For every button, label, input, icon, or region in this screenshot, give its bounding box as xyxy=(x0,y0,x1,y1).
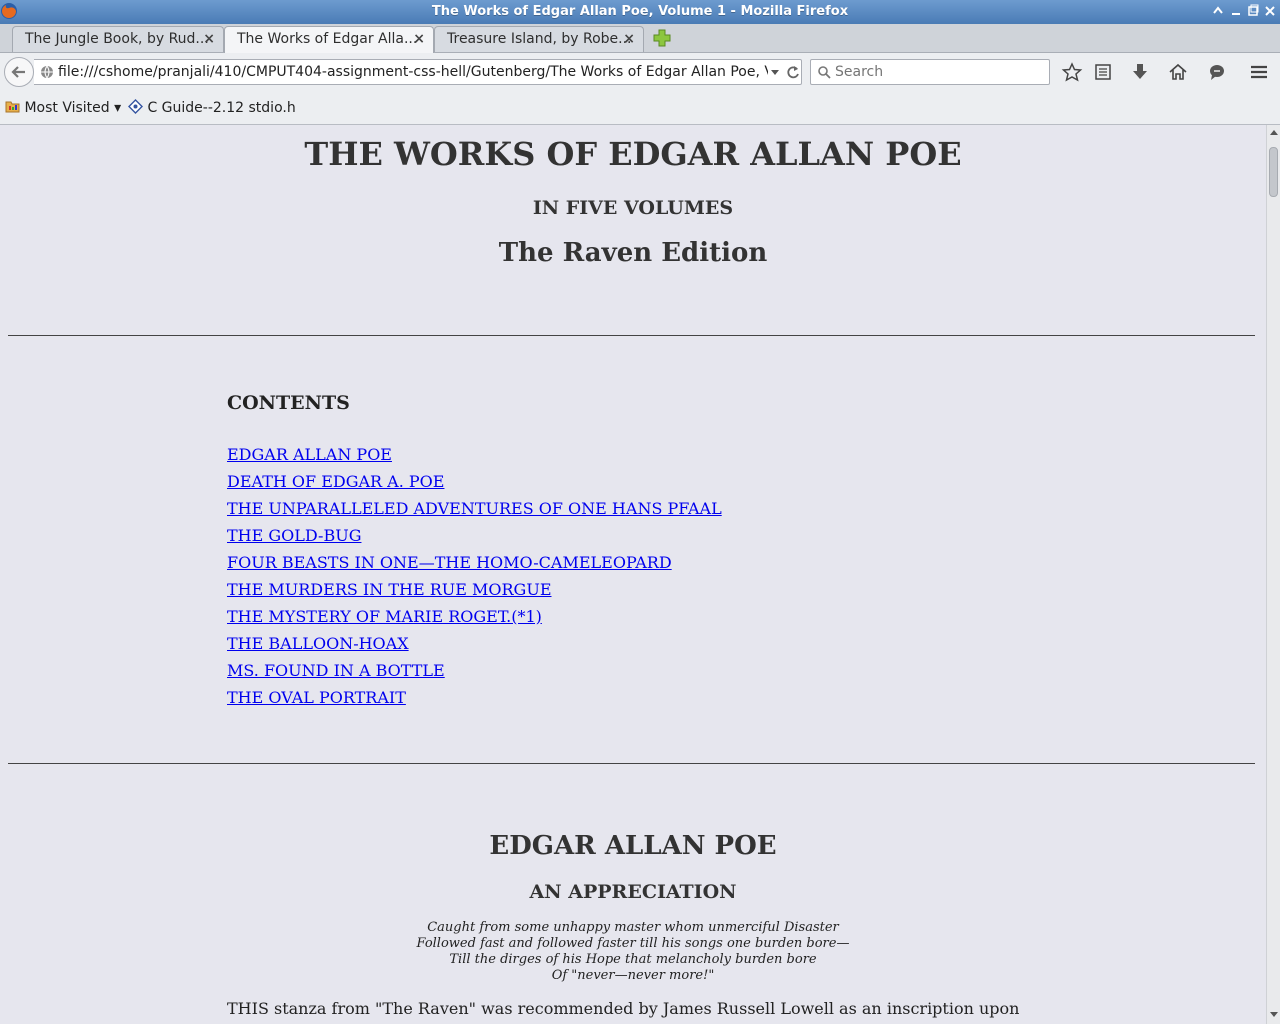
window-up-icon[interactable] xyxy=(1211,4,1225,18)
contents-heading: CONTENTS xyxy=(227,392,350,414)
scroll-down-arrow-icon[interactable] xyxy=(1269,1009,1279,1019)
poem-line: Of "never—never more!" xyxy=(551,968,715,983)
toc-link[interactable]: DEATH OF EDGAR A. POE xyxy=(227,472,444,491)
close-tab-icon[interactable]: × xyxy=(413,31,425,47)
divider xyxy=(8,763,1255,764)
toc-item: EDGAR ALLAN POE xyxy=(227,445,722,472)
scroll-up-arrow-icon[interactable] xyxy=(1269,128,1279,138)
section-title: EDGAR ALLAN POE xyxy=(489,831,777,861)
toc-item: THE MURDERS IN THE RUE MORGUE xyxy=(227,580,722,607)
bookmark-c-guide[interactable]: C Guide--2.12 stdio.h xyxy=(128,99,296,116)
toc-link[interactable]: MS. FOUND IN A BOTTLE xyxy=(227,661,445,680)
scrollbar-thumb[interactable] xyxy=(1269,147,1278,197)
page-content: THE WORKS OF EDGAR ALLAN POE IN FIVE VOL… xyxy=(0,125,1266,1024)
folder-icon xyxy=(5,101,20,113)
edition-title: The Raven Edition xyxy=(498,238,768,268)
downloads-icon[interactable] xyxy=(1129,62,1151,82)
tab-label: The Jungle Book, by Rud... xyxy=(25,31,209,47)
tab-jungle-book[interactable]: The Jungle Book, by Rud... × xyxy=(12,26,224,52)
toc-item: FOUR BEASTS IN ONE—THE HOMO-CAMELEOPARD xyxy=(227,553,722,580)
section-subtitle: AN APPRECIATION xyxy=(529,881,737,903)
url-history-dropdown-icon[interactable] xyxy=(770,69,780,77)
close-window-icon[interactable] xyxy=(1263,4,1277,18)
toc-item: DEATH OF EDGAR A. POE xyxy=(227,472,722,499)
page-subtitle: IN FIVE VOLUMES xyxy=(532,197,734,219)
toc-link[interactable]: THE MYSTERY OF MARIE ROGET.(*1) xyxy=(227,607,542,626)
table-of-contents: EDGAR ALLAN POE DEATH OF EDGAR A. POE TH… xyxy=(227,445,722,715)
toc-link[interactable]: THE UNPARALLELED ADVENTURES OF ONE HANS … xyxy=(227,499,722,518)
url-bar[interactable]: file:///cshome/pranjali/410/CMPUT404-ass… xyxy=(34,59,802,85)
search-input[interactable] xyxy=(835,62,1041,82)
tab-label: The Works of Edgar Alla... xyxy=(237,31,418,47)
body-paragraph: THIS stanza from "The Raven" was recomme… xyxy=(227,999,1020,1024)
bookmark-page-icon xyxy=(128,99,143,114)
toc-item: THE UNPARALLELED ADVENTURES OF ONE HANS … xyxy=(227,499,722,526)
toc-link[interactable]: EDGAR ALLAN POE xyxy=(227,445,392,464)
globe-icon xyxy=(41,65,53,79)
page-title: THE WORKS OF EDGAR ALLAN POE xyxy=(304,135,962,173)
back-button[interactable] xyxy=(4,57,34,87)
home-icon[interactable] xyxy=(1167,62,1189,82)
toc-item: THE GOLD-BUG xyxy=(227,526,722,553)
window-title: The Works of Edgar Allan Poe, Volume 1 -… xyxy=(431,4,849,19)
epigraph-poem: Caught from some unhappy master whom unm… xyxy=(0,920,1266,984)
toc-link[interactable]: FOUR BEASTS IN ONE—THE HOMO-CAMELEOPARD xyxy=(227,553,672,572)
toc-item: THE MYSTERY OF MARIE ROGET.(*1) xyxy=(227,607,722,634)
search-box[interactable] xyxy=(810,59,1050,85)
tab-treasure-island[interactable]: Treasure Island, by Robe... × xyxy=(434,26,644,52)
reload-icon[interactable] xyxy=(785,63,801,81)
close-tab-icon[interactable]: × xyxy=(203,31,215,47)
bookmarks-menu-icon[interactable] xyxy=(1092,62,1114,82)
toc-link[interactable]: THE BALLOON-HOAX xyxy=(227,634,409,653)
url-text[interactable]: file:///cshome/pranjali/410/CMPUT404-ass… xyxy=(58,64,768,80)
chat-icon[interactable] xyxy=(1206,62,1228,82)
divider xyxy=(8,335,1255,336)
bookmark-label: C Guide--2.12 stdio.h xyxy=(147,100,296,116)
tab-strip: The Jungle Book, by Rud... × The Works o… xyxy=(0,24,1280,53)
poem-line: Till the dirges of his Hope that melanch… xyxy=(449,952,817,967)
window-titlebar: The Works of Edgar Allan Poe, Volume 1 -… xyxy=(0,0,1280,24)
poem-line: Followed fast and followed faster till h… xyxy=(416,936,850,951)
tab-label: Treasure Island, by Robe... xyxy=(447,31,632,47)
navigation-bar: file:///cshome/pranjali/410/CMPUT404-ass… xyxy=(0,53,1280,91)
new-tab-icon[interactable] xyxy=(650,27,674,49)
maximize-icon[interactable] xyxy=(1246,4,1260,18)
toc-link[interactable]: THE MURDERS IN THE RUE MORGUE xyxy=(227,580,552,599)
toc-link[interactable]: THE GOLD-BUG xyxy=(227,526,361,545)
vertical-scrollbar[interactable] xyxy=(1266,125,1280,1024)
bookmark-star-icon[interactable] xyxy=(1061,62,1083,82)
back-arrow-icon xyxy=(11,66,25,78)
hamburger-menu-icon[interactable] xyxy=(1248,62,1270,82)
search-icon xyxy=(818,66,831,79)
bookmarks-toolbar: Most Visited ▾ C Guide--2.12 stdio.h xyxy=(0,91,1280,125)
toc-item: THE OVAL PORTRAIT xyxy=(227,688,722,715)
toc-item: MS. FOUND IN A BOTTLE xyxy=(227,661,722,688)
close-tab-icon[interactable]: × xyxy=(623,31,635,47)
poem-line: Caught from some unhappy master whom unm… xyxy=(427,920,839,935)
toc-item: THE BALLOON-HOAX xyxy=(227,634,722,661)
bookmark-most-visited[interactable]: Most Visited ▾ xyxy=(5,99,121,116)
minimize-icon[interactable] xyxy=(1229,4,1243,18)
tab-works-of-poe[interactable]: The Works of Edgar Alla... × xyxy=(224,26,434,53)
toc-link[interactable]: THE OVAL PORTRAIT xyxy=(227,688,406,707)
bookmark-label: Most Visited ▾ xyxy=(24,100,122,116)
